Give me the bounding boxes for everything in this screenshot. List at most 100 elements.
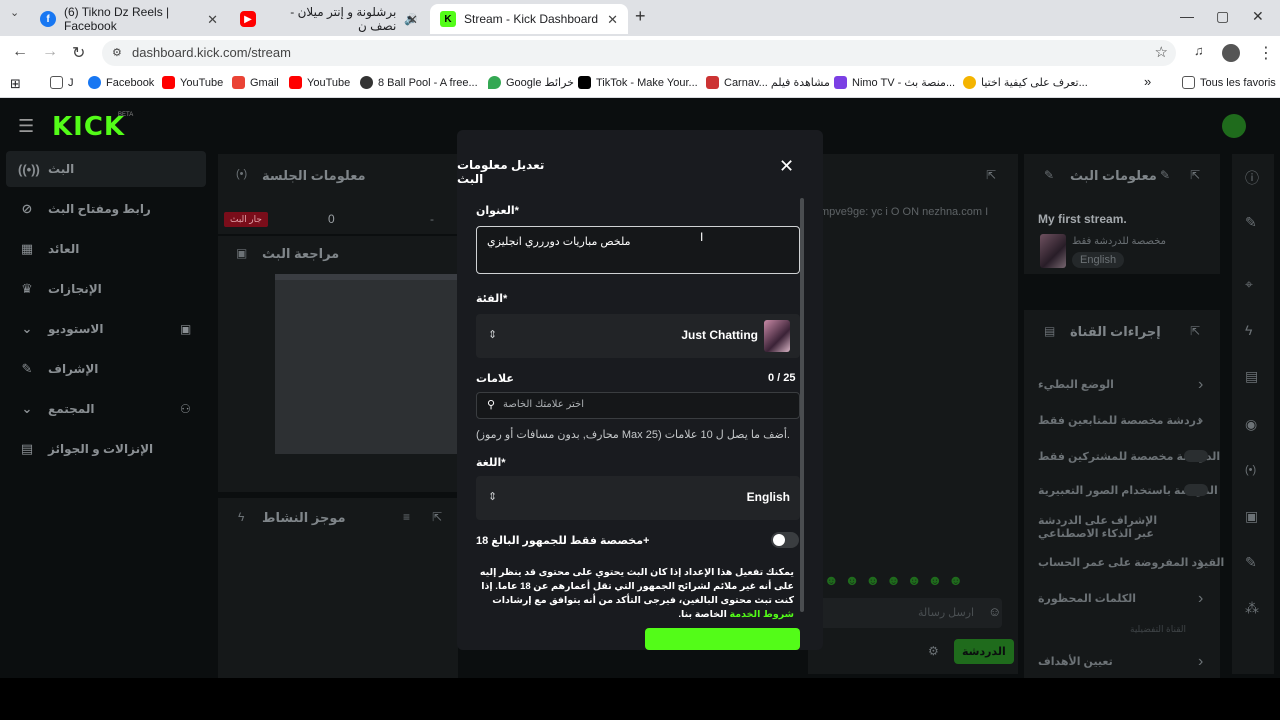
popout-icon[interactable]: ⇱ <box>1190 168 1200 182</box>
kick-logo[interactable]: KICK <box>52 112 125 142</box>
adult-content-label: مخصصة فقط للجمهور البالغ 18+ <box>476 535 650 547</box>
close-icon[interactable]: ✕ <box>607 12 618 28</box>
tags-input[interactable]: ⚲ اختر علامتك الخاصة <box>476 392 800 419</box>
forward-icon[interactable]: → <box>42 43 58 61</box>
language-select[interactable]: ⇕ English <box>476 476 800 520</box>
back-icon[interactable]: ← <box>12 43 28 61</box>
browser-tab-kick[interactable]: K Stream - Kick Dashboard ✕ <box>430 4 628 34</box>
nav-stream-key[interactable]: ⊘ رابط ومفتاح البث <box>18 191 208 227</box>
action-slow-mode[interactable]: الوضع البطيء <box>1038 378 1114 391</box>
wrench-icon[interactable]: ✎ <box>1245 554 1257 571</box>
send-chat-button[interactable]: الدردشة <box>954 639 1014 664</box>
adult-content-description: يمكنك تفعيل هذا الإعداد إذا كان البث يحت… <box>479 567 794 620</box>
close-icon[interactable]: ✕ <box>207 12 218 28</box>
list-icon[interactable]: ▤ <box>1245 368 1258 385</box>
menu-icon[interactable]: ☰ <box>18 116 34 137</box>
layout-icon[interactable]: ▣ <box>1245 508 1258 525</box>
reload-icon[interactable]: ↻ <box>72 43 85 63</box>
action-account-age[interactable]: القيود المفروضة على عمر الحساب <box>1038 556 1224 569</box>
nav-broadcast[interactable]: ((•)) البث <box>6 151 206 187</box>
chevron-right-icon: › <box>1198 412 1204 429</box>
lightning-icon: ϟ <box>238 510 245 524</box>
settings-icon[interactable]: ⚙ <box>928 644 939 658</box>
language-value: English <box>746 490 790 504</box>
tab-title: (6) Tikno Dz Reels | Facebook <box>64 5 170 33</box>
nav-drops[interactable]: ▤ الإنزالات و الجوائز <box>18 431 208 467</box>
bookmark-item[interactable]: YouTube <box>289 76 350 89</box>
bookmark-item[interactable]: Facebook <box>88 76 154 89</box>
panel-title: موجز النشاط <box>262 510 346 525</box>
action-goals[interactable]: تعيين الأهداف <box>1038 655 1113 668</box>
new-tab-icon[interactable]: + <box>635 6 646 27</box>
apps-icon[interactable]: ⊞ <box>10 76 21 92</box>
restriction-text: مخصصة للدردشة فقط <box>1072 236 1167 247</box>
bookmarks-bar: ⊞ J Facebook YouTube Gmail YouTube 8 Bal… <box>0 70 1280 98</box>
browser-tab-facebook[interactable]: f (6) Tikno Dz Reels | Facebook ✕ <box>30 4 228 34</box>
trophy-icon: ♛ <box>21 281 33 296</box>
popout-icon[interactable]: ⇱ <box>1190 324 1200 338</box>
close-icon[interactable]: ✕ <box>407 12 418 28</box>
edit-icon[interactable]: ✎ <box>1245 214 1257 231</box>
community-icon[interactable]: ⁂ <box>1245 600 1259 617</box>
profile-avatar[interactable] <box>1222 44 1240 62</box>
target-icon[interactable]: ⌖ <box>1245 276 1253 293</box>
bookmark-item[interactable]: Tous les favoris <box>1182 76 1276 89</box>
terms-link[interactable]: شروط الخدمة <box>730 609 794 620</box>
filter-icon[interactable]: ≡ <box>403 510 410 524</box>
popout-icon[interactable]: ⇱ <box>432 510 442 524</box>
chat-panel: ⇱ mpve9ge: yc i O ON nezhna.com I ☻☻☻☻☻☻… <box>808 154 1018 674</box>
bookmark-item[interactable]: تعرف على كيفية اختيا... <box>963 76 1088 89</box>
save-button[interactable] <box>645 628 800 650</box>
chat-icon[interactable]: ◉ <box>1245 416 1257 433</box>
bookmark-item[interactable]: Gmail <box>232 76 279 89</box>
more-bookmarks-icon[interactable]: » <box>1144 74 1151 89</box>
tab-search-icon[interactable]: ⌄ <box>10 6 19 19</box>
info-icon[interactable]: ⓘ <box>1245 168 1259 188</box>
bookmark-item[interactable]: Nimo TV - منصة بث... <box>834 76 955 89</box>
nav-moderation[interactable]: ✎ الإشراف <box>18 351 208 387</box>
action-ai-moderation[interactable]: الإشراف على الدردشة عبر الذكاء الاصطناعي <box>1038 514 1178 540</box>
toggle-subscribers[interactable] <box>1184 450 1208 462</box>
stream-title-input[interactable]: ملخص مباريات دوررري انجليزي <box>476 226 800 274</box>
broadcast-icon[interactable]: (•) <box>1245 464 1256 476</box>
bookmark-item[interactable]: TikTok - Make Your... <box>578 76 698 89</box>
community-icon: ⚇ <box>180 402 191 416</box>
chat-input[interactable]: ارسل رسالة ☺ <box>818 598 1002 628</box>
popout-icon[interactable]: ⇱ <box>986 168 996 182</box>
window-close-icon[interactable]: ✕ <box>1252 8 1264 25</box>
nav-community[interactable]: ⌄ المجتمع ⚇ <box>18 391 208 427</box>
lightning-icon[interactable]: ϟ <box>1245 322 1252 338</box>
edit-icon[interactable]: ✎ <box>1160 168 1170 182</box>
toggle-emotes[interactable] <box>1184 484 1208 496</box>
bookmark-item[interactable]: Carnav... مشاهدة فيلم <box>706 76 830 89</box>
bookmark-item[interactable]: J <box>50 76 74 89</box>
live-badge: جار البث <box>224 212 268 227</box>
adult-content-toggle[interactable] <box>771 532 799 548</box>
user-avatar[interactable] <box>1222 114 1246 138</box>
media-icon[interactable]: ♫ <box>1194 43 1204 58</box>
action-followers-only[interactable]: دردشة مخصصة للمتابعين فقط <box>1038 414 1202 427</box>
minimize-icon[interactable]: — <box>1180 8 1194 24</box>
url-input[interactable]: ⚙ dashboard.kick.com/stream ☆ <box>102 40 1176 66</box>
menu-icon[interactable]: ⋮ <box>1258 43 1274 63</box>
site-info-icon[interactable]: ⚙ <box>112 40 122 66</box>
nav-achievements[interactable]: ♛ الإنجازات <box>18 271 208 307</box>
nav-studio[interactable]: ⌄ الاستوديو ▣ <box>18 311 208 347</box>
emote-row: ☻☻☻☻☻☻☻ <box>824 572 970 588</box>
bookmark-item[interactable]: Google خرائط <box>488 76 574 89</box>
emoji-icon[interactable]: ☺ <box>988 604 1001 619</box>
maximize-icon[interactable]: ▢ <box>1216 8 1229 25</box>
browser-tab-youtube[interactable]: ▶ برشلونة و إنتر ميلان - نصف ن 🔊 ✕ <box>230 4 428 34</box>
updown-icon: ⇕ <box>488 491 498 503</box>
bookmark-star-icon[interactable]: ☆ <box>1155 40 1168 66</box>
bookmark-item[interactable]: YouTube <box>162 76 223 89</box>
action-banned-words[interactable]: الكلمات المحظورة <box>1038 592 1136 605</box>
beta-badge: BETA <box>118 112 134 118</box>
close-icon[interactable]: ✕ <box>779 156 794 177</box>
modal-scrollbar[interactable] <box>800 198 804 612</box>
nav-revenue[interactable]: ▦ العائد <box>18 231 208 267</box>
category-select[interactable]: ⇕ Just Chatting <box>476 314 800 358</box>
movie-icon <box>706 76 719 89</box>
bookmark-item[interactable]: 8 Ball Pool - A free... <box>360 76 478 89</box>
right-toolbar: ⓘ ✎ ⌖ ϟ ▤ ◉ (•) ▣ ✎ ⁂ <box>1232 154 1274 674</box>
